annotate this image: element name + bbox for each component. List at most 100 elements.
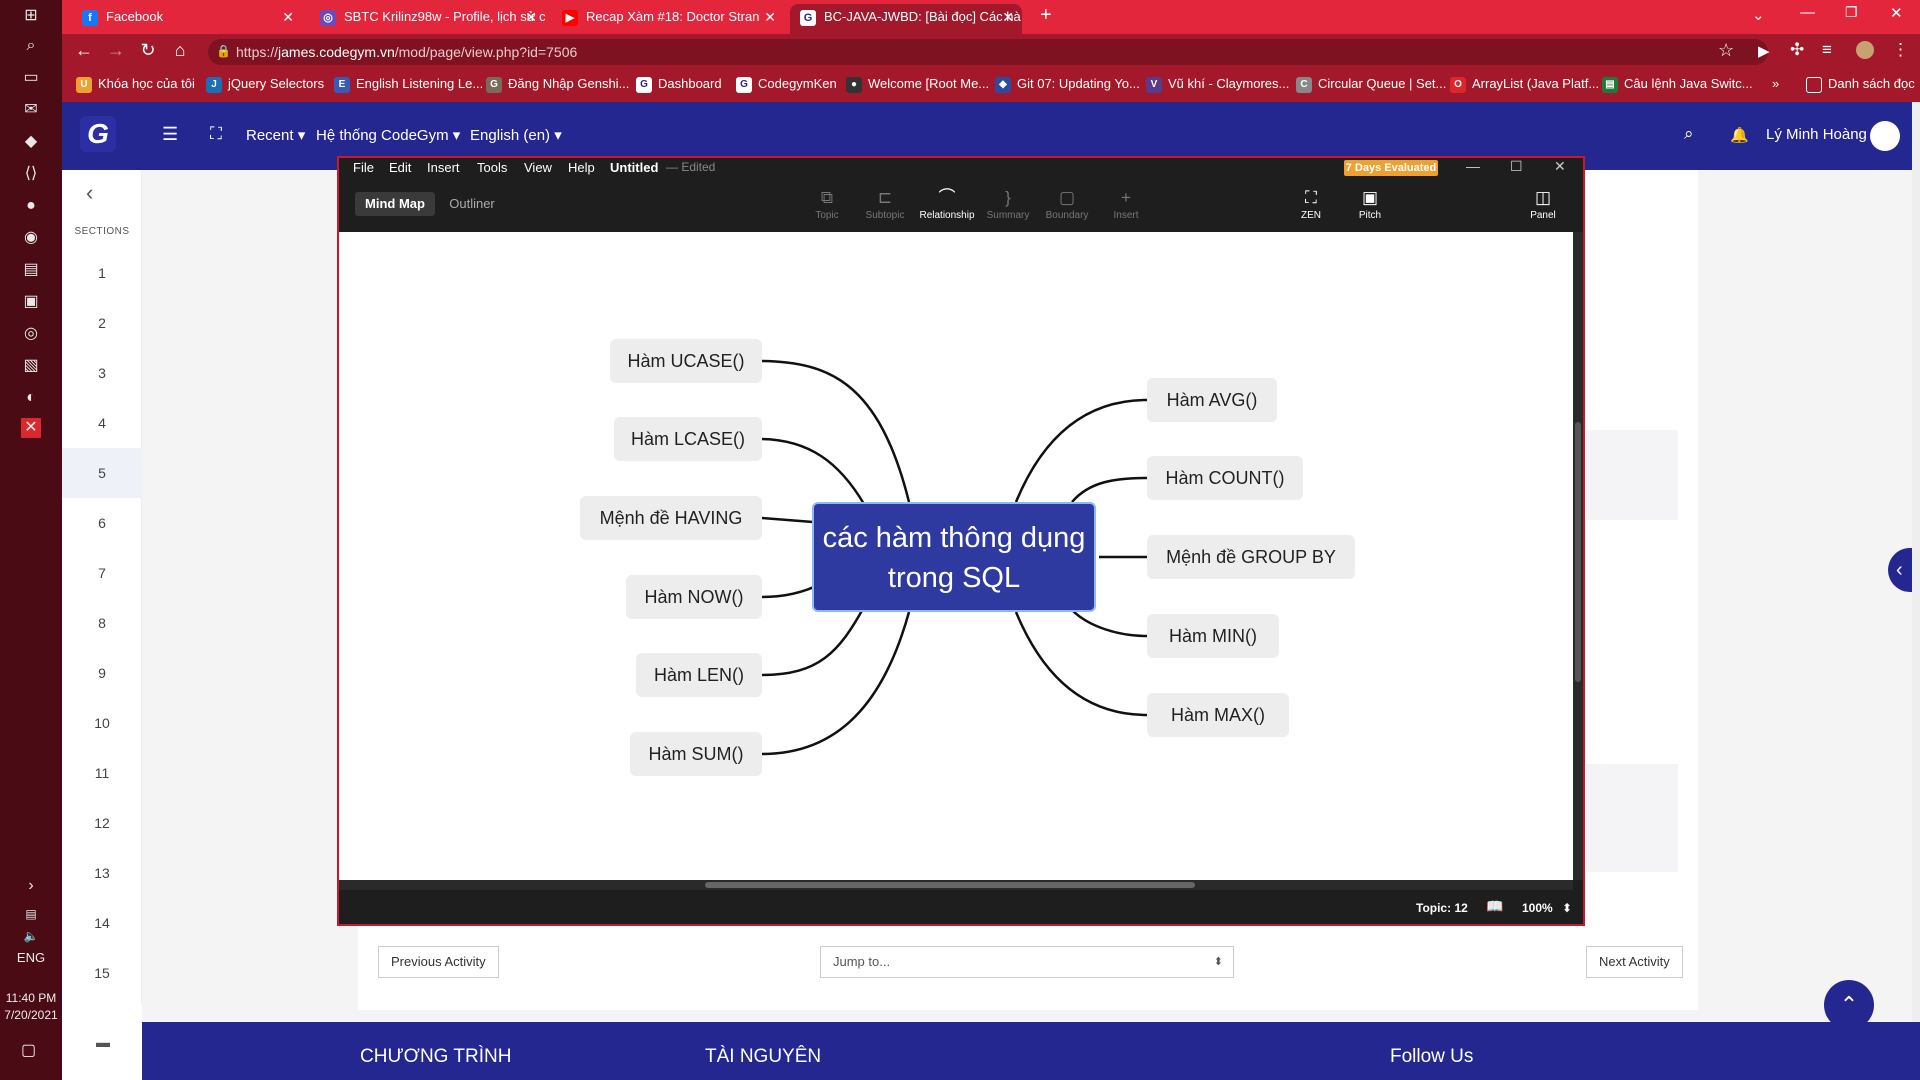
summary-tool[interactable]: } Summary (979, 186, 1037, 221)
browser-tab-youtube[interactable]: ▶ Recap Xàm #18: Doctor Stran ✕ (552, 4, 784, 34)
previous-activity-button[interactable]: Previous Activity (378, 946, 499, 978)
section-link[interactable]: 8 (62, 598, 142, 648)
system-dropdown[interactable]: Hệ thống CodeGym ▾ (316, 126, 460, 144)
bookmark-item[interactable]: C Circular Queue | Set... (1296, 76, 1446, 93)
bookmark-item[interactable]: O ArrayList (Java Platf... (1450, 76, 1599, 93)
close-window-button[interactable]: ✕ (1890, 4, 1903, 22)
section-link[interactable]: 1 (62, 248, 142, 298)
photos-icon[interactable]: ▧ (21, 356, 41, 376)
network-icon[interactable]: ▤ (21, 904, 41, 924)
boundary-tool[interactable]: ▢ Boundary (1038, 186, 1096, 221)
bookmark-item[interactable]: G Đăng Nhập Genshi... (486, 76, 629, 93)
browser-tab-codegym[interactable]: G BC-JAVA-JWBD: [Bài đọc] Các hà ✕ (790, 4, 1022, 34)
jump-to-select[interactable]: Jump to... ⬍ (820, 946, 1234, 978)
relationship-tool[interactable]: ⌒ Relationship (918, 186, 976, 221)
notifications-icon[interactable]: ▢ (21, 1040, 36, 1060)
back-chevron-icon[interactable]: ‹ (86, 180, 93, 206)
section-link[interactable]: 13 (62, 848, 142, 898)
media-control-icon[interactable]: ≡ (1822, 40, 1832, 60)
section-link[interactable]: 14 (62, 898, 142, 948)
canvas-vertical-scrollbar[interactable] (1573, 232, 1583, 880)
close-tab-icon[interactable]: ✕ (282, 4, 294, 30)
menu-file[interactable]: File (353, 160, 374, 175)
mind-map-topic[interactable]: Hàm AVG() (1147, 378, 1277, 422)
close-tab-icon[interactable]: ✕ (525, 4, 537, 30)
fullscreen-icon[interactable]: ⛶ (210, 124, 222, 144)
zen-mode-button[interactable]: ⛶ ZEN (1282, 186, 1340, 221)
close-tab-icon[interactable]: ✕ (764, 4, 776, 30)
zoom-stepper-icon[interactable]: ⬍ (1562, 901, 1572, 915)
profile-avatar[interactable] (1856, 41, 1874, 59)
topic-tool[interactable]: ⧉ Topic (798, 186, 856, 221)
section-link[interactable]: 3 (62, 348, 142, 398)
intellij-icon[interactable]: ▣ (21, 292, 41, 312)
tab-mind-map[interactable]: Mind Map (355, 192, 435, 216)
forward-icon[interactable]: → (104, 40, 128, 61)
bookmark-item[interactable]: ◆ Git 07: Updating Yo... (995, 76, 1140, 93)
tab-outliner[interactable]: Outliner (442, 192, 502, 216)
bookmark-star-icon[interactable]: ☆ (1718, 40, 1734, 61)
menu-help[interactable]: Help (568, 160, 595, 175)
minimize-window-button[interactable]: — (1800, 4, 1815, 21)
chevron-right-icon[interactable]: › (21, 876, 41, 896)
more-bookmarks-icon[interactable]: » (1772, 76, 1779, 91)
clock[interactable]: 11:40 PM 7/20/2021 (0, 990, 62, 1024)
browser-tab-profile[interactable]: ◎ SBTC Krilinz98w - Profile, lịch sử c ✕ (310, 4, 545, 34)
mind-map-topic[interactable]: Hàm SUM() (630, 732, 762, 776)
search-icon[interactable]: ⌕ (21, 36, 41, 56)
app-icon[interactable]: ▤ (21, 260, 41, 280)
restore-window-button[interactable]: ❐ (1845, 4, 1858, 21)
menu-edit[interactable]: Edit (389, 160, 411, 175)
notification-bell-icon[interactable]: 🔔 (1730, 126, 1749, 144)
chrome-icon[interactable]: ◎ (21, 324, 41, 344)
language-dropdown[interactable]: English (en) ▾ (470, 126, 562, 144)
app-icon[interactable]: ◆ (21, 132, 41, 152)
chrome-icon[interactable]: ◉ (21, 228, 41, 248)
search-icon[interactable]: ⌕ (1684, 124, 1694, 144)
bookmark-item[interactable]: G Dashboard (636, 76, 722, 93)
mind-map-topic[interactable]: Mệnh đề HAVING (580, 496, 762, 540)
vscode-icon[interactable]: ⟨⟩ (21, 164, 41, 184)
page-vertical-scrollbar[interactable] (1912, 102, 1920, 1022)
recent-dropdown[interactable]: Recent ▾ (246, 126, 305, 144)
xmind-minimize-button[interactable]: — (1466, 158, 1480, 174)
evaluation-badge[interactable]: 7 Days Evaluated (1344, 160, 1438, 176)
user-avatar[interactable] (1870, 121, 1900, 151)
extension-icon[interactable]: ▶ (1758, 42, 1770, 60)
app-icon[interactable]: ● (21, 196, 41, 216)
close-tab-icon[interactable]: ✕ (1002, 4, 1014, 30)
volume-icon[interactable]: 🔈 (21, 926, 41, 946)
xmind-maximize-button[interactable]: ☐ (1510, 158, 1523, 175)
next-activity-button[interactable]: Next Activity (1586, 946, 1683, 978)
language-indicator[interactable]: ENG (0, 950, 62, 965)
canvas-horizontal-scrollbar[interactable] (339, 880, 1573, 890)
section-link[interactable]: 4 (62, 398, 142, 448)
pitch-button[interactable]: ▣ Pitch (1341, 186, 1399, 221)
bookmark-item[interactable]: G CodegymKen (736, 76, 837, 93)
mind-map-central-topic[interactable]: các hàm thông dụng trong SQL (812, 502, 1096, 612)
mind-map-topic[interactable]: Hàm UCASE() (610, 339, 762, 383)
section-link[interactable]: 7 (62, 548, 142, 598)
mind-map-topic[interactable]: Hàm LCASE() (614, 417, 762, 461)
extensions-puzzle-icon[interactable]: ✣ (1790, 40, 1804, 60)
windows-start-icon[interactable]: ⊞ (21, 6, 41, 26)
xmind-close-button[interactable]: ✕ (1554, 158, 1566, 175)
user-name[interactable]: Lý Minh Hoàng (1766, 126, 1867, 143)
xmind-icon[interactable]: ✕ (21, 418, 41, 438)
mail-icon[interactable]: ✉ (21, 100, 41, 120)
url-bar[interactable]: https://james.codegym.vn/mod/page/view.p… (208, 39, 1768, 65)
bookmark-item[interactable]: U Khóa học của tôi (76, 76, 195, 93)
new-tab-button[interactable]: + (1040, 4, 1052, 27)
mind-map-topic[interactable]: Hàm COUNT() (1147, 456, 1303, 500)
section-link[interactable]: 12 (62, 798, 142, 848)
tab-search-icon[interactable]: ⌄ (1752, 6, 1765, 24)
bookmark-item[interactable]: V Vũ khí - Claymores... (1146, 76, 1289, 93)
section-link-active[interactable]: 5 (62, 448, 142, 498)
archive-icon[interactable]: ▬ (96, 1034, 110, 1050)
bookmark-item[interactable]: ▤ Câu lệnh Java Switc... (1602, 76, 1753, 93)
section-link[interactable]: 9 (62, 648, 142, 698)
scrollbar-thumb[interactable] (1575, 422, 1581, 682)
bookmark-item[interactable]: E English Listening Le... (334, 76, 483, 93)
mind-map-topic[interactable]: Hàm MAX() (1147, 693, 1289, 737)
back-icon[interactable]: ← (72, 40, 96, 61)
